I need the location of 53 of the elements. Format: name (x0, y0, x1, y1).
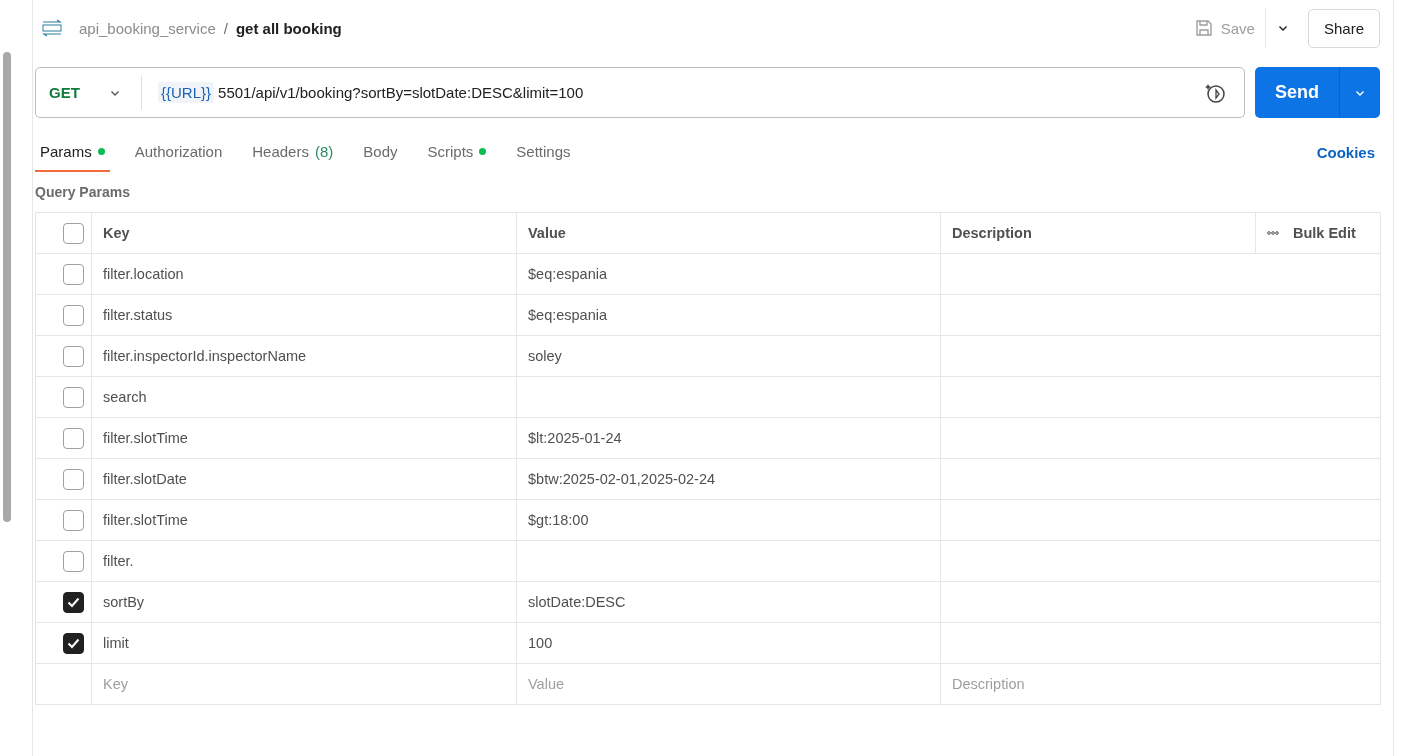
param-value[interactable]: $eq:espania (528, 266, 607, 282)
checkbox[interactable] (63, 591, 84, 613)
tab[interactable]: Body (358, 132, 403, 172)
share-button[interactable]: Share (1307, 8, 1380, 48)
param-key[interactable]: filter.slotDate (103, 471, 187, 487)
method-dropdown[interactable]: GET (36, 75, 142, 110)
url-variable: {{URL}} (158, 82, 215, 103)
breadcrumb-separator: / (223, 19, 228, 37)
param-key[interactable]: filter. (103, 553, 134, 569)
tab[interactable]: Params (35, 132, 110, 172)
param-key[interactable]: limit (103, 635, 129, 651)
scrollbar[interactable] (3, 52, 11, 522)
param-key[interactable]: filter.location (103, 266, 184, 282)
param-key[interactable]: filter.slotTime (103, 430, 188, 446)
column-header: Description (952, 225, 1032, 241)
checkbox[interactable] (63, 222, 84, 244)
param-key[interactable]: filter.status (103, 307, 173, 323)
checkbox[interactable] (63, 632, 84, 654)
param-value[interactable]: $lt:2025-01-24 (528, 430, 622, 446)
tab[interactable]: Scripts (422, 132, 492, 172)
http-icon (41, 19, 63, 37)
column-header: Value (528, 225, 566, 241)
tab[interactable]: Headers (8) (247, 132, 339, 172)
tab[interactable]: Settings (511, 132, 576, 172)
param-key[interactable]: filter.slotTime (103, 512, 188, 528)
url-text: 5501/api/v1/booking?sortBy=slotDate:DESC&limit=100 (218, 84, 584, 101)
param-value[interactable]: slotDate:DESC (528, 594, 626, 610)
checkbox[interactable] (63, 550, 84, 572)
tab[interactable]: Authorization (129, 132, 228, 172)
param-value[interactable]: $gt:18:00 (528, 512, 589, 528)
checkmark-icon (67, 637, 80, 649)
param-key[interactable]: sortBy (103, 594, 145, 610)
checkbox[interactable] (63, 345, 84, 367)
param-value[interactable]: soley (528, 348, 562, 364)
checkbox[interactable] (63, 386, 84, 408)
checkbox[interactable] (63, 509, 84, 531)
cookies-link[interactable]: Cookies (1316, 143, 1375, 161)
param-value[interactable]: 100 (528, 635, 553, 651)
checkbox[interactable] (63, 263, 84, 285)
checkbox[interactable] (63, 427, 84, 449)
checkbox[interactable] (63, 304, 84, 326)
checkmark-icon (67, 596, 80, 608)
url-field[interactable]: GET {{URL}} 5501/api/v1/booking?sortBy=slotDate:DESC&limit=100 (35, 67, 1245, 118)
request-name: get all booking (235, 19, 342, 37)
param-value[interactable]: $eq:espania (528, 307, 607, 323)
param-key[interactable]: search (103, 389, 147, 405)
section-title: Query Params (35, 184, 131, 200)
collection-name[interactable]: api_booking_service (79, 19, 216, 37)
param-key[interactable]: filter.inspectorId.inspectorName (103, 348, 307, 364)
checkbox[interactable] (63, 468, 84, 490)
column-header: Key (103, 225, 130, 241)
param-value[interactable]: $btw:2025-02-01,2025-02-24 (528, 471, 716, 487)
ellipsis-icon (1267, 231, 1279, 235)
